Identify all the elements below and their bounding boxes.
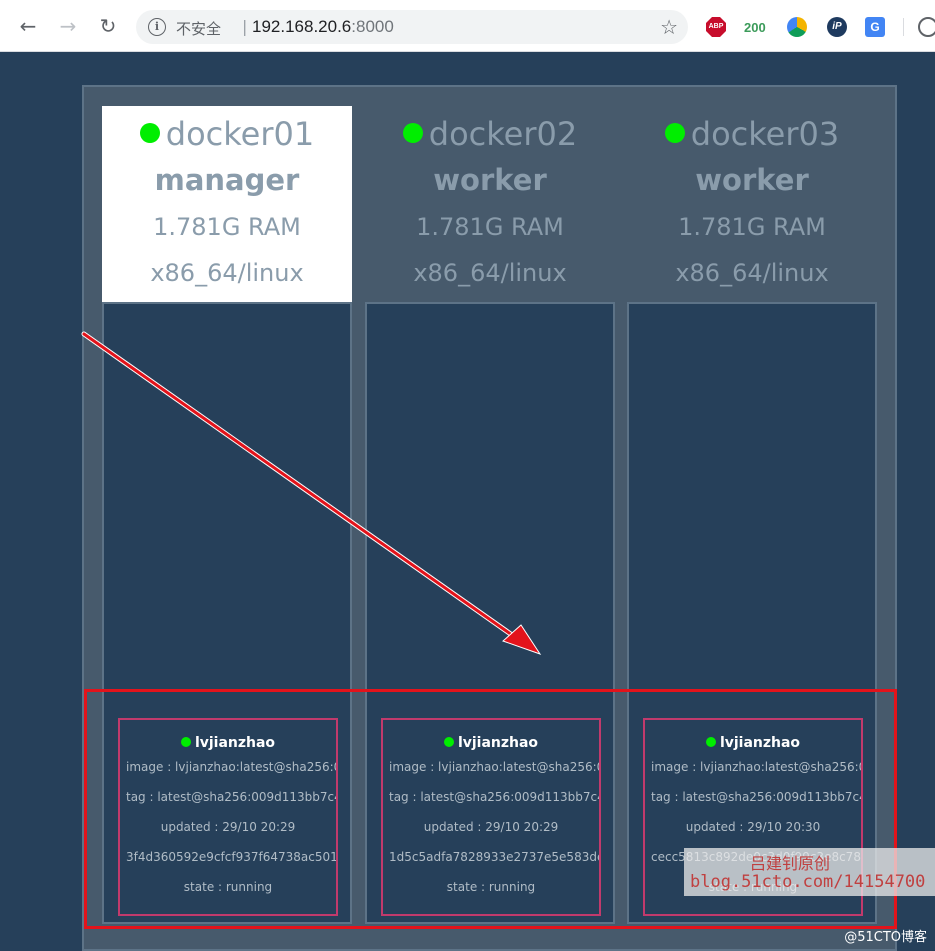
status-dot-icon [664,123,685,143]
info-icon[interactable]: i [148,18,166,36]
forward-arrow-icon[interactable]: → [56,14,80,38]
toolbar-divider [903,18,904,36]
address-bar[interactable]: i 不安全 | 192.168.20.6:8000 ☆ [136,10,688,44]
status-extension-badge[interactable]: 200 [744,20,766,42]
task-name: lvjianzhao [120,734,336,752]
task-updated: updated : 29/10 20:29 [423,820,559,834]
address-separator: | [242,17,248,36]
task-card[interactable]: lvjianzhao image : lvjianzhao:latest@sha… [118,718,338,916]
node-arch: x86_64/linux [675,259,829,287]
node-role: manager [154,163,300,197]
node-docker01: docker01 manager 1.781G RAM x86_64/linux… [102,106,352,924]
node-arch: x86_64/linux [150,259,304,287]
task-tag: tag : latest@sha256:009d113bb7c474 [126,790,338,804]
node-container-area: lvjianzhao image : lvjianzhao:latest@sha… [627,302,877,924]
task-name: lvjianzhao [383,734,599,752]
task-status-dot-icon [180,737,191,747]
node-ram: 1.781G RAM [416,213,564,241]
task-container-id: 1d5c5adfa7828933e2737e5e583de2 [389,850,601,864]
status-dot-icon [139,123,160,143]
task-name-text: lvjianzhao [457,735,539,751]
node-name: docker01 [102,112,352,156]
site-credit: @51CTO博客 [844,930,927,945]
watermark-author: 吕建钊原创 [750,854,831,873]
task-name: lvjianzhao [645,734,861,752]
node-role: worker [433,163,547,197]
node-name-text: docker01 [165,115,315,153]
task-status-dot-icon [705,737,716,747]
reload-icon[interactable]: ↻ [96,14,120,38]
task-image: image : lvjianzhao:latest@sha256:009d113… [126,760,336,774]
color-extension-icon[interactable] [787,17,807,37]
profile-avatar-icon[interactable] [918,17,935,37]
node-name: docker02 [365,112,615,156]
translate-extension-icon[interactable]: G [865,17,885,37]
node-container-area: lvjianzhao image : lvjianzhao:latest@sha… [102,302,352,924]
watermark-url: blog.51cto.com/14154700 [690,872,926,892]
bookmark-star-icon[interactable]: ☆ [660,15,678,39]
url-host: 192.168.20.6 [252,17,352,36]
task-updated: updated : 29/10 20:30 [685,820,821,834]
back-arrow-icon[interactable]: ← [16,14,40,38]
node-container-area: lvjianzhao image : lvjianzhao:latest@sha… [365,302,615,924]
node-header: docker01 manager 1.781G RAM x86_64/linux [102,106,352,302]
task-image: image : lvjianzhao:latest@sha256:009d113… [389,760,599,774]
ip-extension-icon[interactable]: iP [827,17,847,37]
node-role: worker [695,163,809,197]
node-docker03: docker03 worker 1.781G RAM x86_64/linux … [627,106,877,924]
node-docker02: docker02 worker 1.781G RAM x86_64/linux … [365,106,615,924]
task-updated: updated : 29/10 20:29 [160,820,296,834]
node-name-text: docker03 [690,115,840,153]
node-ram: 1.781G RAM [153,213,301,241]
browser-toolbar: ← → ↻ i 不安全 | 192.168.20.6:8000 ☆ ABP 20… [0,0,935,52]
node-header: docker03 worker 1.781G RAM x86_64/linux [627,106,877,302]
watermark: 吕建钊原创 blog.51cto.com/14154700 [684,848,935,896]
security-label[interactable]: 不安全 [176,18,221,39]
node-header: docker02 worker 1.781G RAM x86_64/linux [365,106,615,302]
node-ram: 1.781G RAM [678,213,826,241]
task-container-id: 3f4d360592e9cfcf937f64738ac50196 [126,850,338,864]
url-port: :8000 [351,17,394,36]
node-arch: x86_64/linux [413,259,567,287]
node-name: docker03 [627,112,877,156]
task-image: image : lvjianzhao:latest@sha256:009d113… [651,760,861,774]
task-status-dot-icon [443,737,454,747]
task-name-text: lvjianzhao [719,735,801,751]
task-name-text: lvjianzhao [194,735,276,751]
node-name-text: docker02 [428,115,578,153]
task-tag: tag : latest@sha256:009d113bb7c474 [651,790,863,804]
adblock-extension-icon[interactable]: ABP [706,17,726,37]
task-state: state : running [446,880,536,894]
url-text[interactable]: 192.168.20.6:8000 [252,17,394,37]
task-tag: tag : latest@sha256:009d113bb7c474 [389,790,601,804]
task-card[interactable]: lvjianzhao image : lvjianzhao:latest@sha… [381,718,601,916]
status-dot-icon [402,123,423,143]
task-state: state : running [183,880,273,894]
